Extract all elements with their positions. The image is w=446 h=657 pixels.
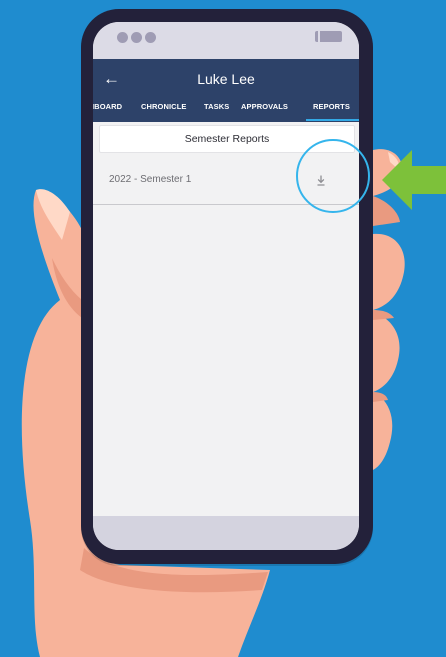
indicator-dot	[145, 32, 156, 43]
app-header: ← Luke Lee IBOARD CHRONICLE TASKS APPROV…	[93, 59, 359, 122]
tab-approvals[interactable]: APPROVALS	[241, 102, 288, 111]
camera-icon	[315, 31, 342, 42]
finger-2	[373, 233, 405, 310]
indicator-dot	[131, 32, 142, 43]
finger-4	[373, 392, 393, 470]
bottom-bar	[93, 516, 359, 550]
pointer-arrow-icon	[382, 150, 446, 210]
tab-reports[interactable]: REPORTS	[313, 102, 350, 111]
indicator-dot	[117, 32, 128, 43]
tab-chronicle[interactable]: CHRONICLE	[141, 102, 186, 111]
page-title: Luke Lee	[197, 71, 255, 87]
active-tab-indicator	[306, 119, 359, 121]
tab-dashboard[interactable]: IBOARD	[93, 102, 122, 111]
highlight-ring	[296, 139, 370, 213]
report-label: 2022 - Semester 1	[109, 174, 192, 185]
status-bar	[93, 22, 359, 59]
finger-3	[373, 312, 400, 392]
tab-bar: IBOARD CHRONICLE TASKS APPROVALS REPORTS	[93, 100, 359, 122]
phone-screen: ← Luke Lee IBOARD CHRONICLE TASKS APPROV…	[93, 22, 359, 550]
tab-tasks[interactable]: TASKS	[204, 102, 229, 111]
